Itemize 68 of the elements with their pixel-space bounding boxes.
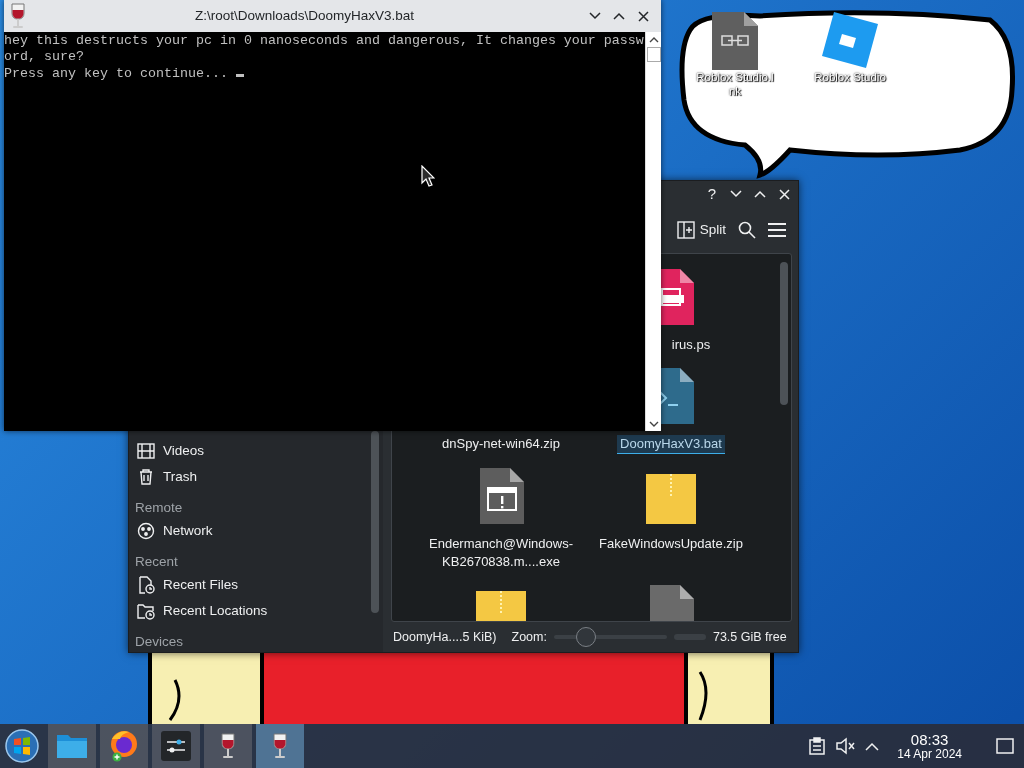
zoom-label: Zoom:: [511, 628, 547, 646]
network-icon: [137, 521, 155, 540]
file-name[interactable]: irus.ps: [671, 335, 711, 354]
sliders-icon: [161, 731, 191, 761]
split-button[interactable]: Split: [672, 216, 730, 245]
section-heading: Remote: [134, 498, 184, 517]
clipboard-icon[interactable]: [809, 737, 826, 755]
close-icon: [778, 188, 790, 200]
minimize-icon: [730, 190, 742, 199]
trash-icon: [137, 467, 155, 486]
sidebar-item[interactable]: Recent Files: [129, 571, 383, 598]
file-name[interactable]: dnSpy-net-win64.zip: [442, 434, 560, 453]
show-desktop-button[interactable]: [996, 738, 1014, 754]
icon-label[interactable]: Roblox Studio: [810, 70, 890, 85]
expand-tray-icon[interactable]: [865, 741, 880, 751]
taskbar-button[interactable]: [152, 724, 200, 768]
scrollbar[interactable]: [780, 261, 788, 405]
section-heading: Recent: [134, 552, 179, 571]
browser-icon: [109, 729, 139, 763]
scrollbar[interactable]: [645, 32, 661, 431]
file-name[interactable]: DoomyHaxV3.bat: [617, 434, 725, 454]
split-view-icon: [676, 221, 695, 240]
taskbar-button[interactable]: [100, 724, 148, 768]
section-heading: Devices: [134, 632, 184, 651]
muted-speaker-icon[interactable]: [835, 737, 856, 755]
slider-thumb[interactable]: [575, 627, 596, 648]
help-button[interactable]: ?: [700, 182, 724, 207]
show-desktop-icon: [996, 738, 1014, 754]
start-orb-icon: [5, 729, 39, 763]
wine-glass-icon: [10, 3, 26, 29]
status-text: DoomyHa....5 KiB): [393, 628, 497, 646]
recent-folder-icon: [137, 601, 155, 620]
menu-icon: [768, 222, 786, 239]
mouse-pointer-icon: [421, 165, 435, 187]
free-space-text: 73.5 GiB free: [712, 628, 787, 646]
sidebar-item[interactable]: Trash: [129, 463, 383, 490]
wine-glass-icon: [272, 733, 288, 759]
shortcut-file-icon: [712, 12, 758, 70]
zoom-slider[interactable]: [553, 627, 667, 648]
archive-icon: [646, 473, 696, 524]
scroll-up-icon[interactable]: [647, 35, 660, 45]
sidebar-item[interactable]: Recent Locations: [129, 597, 383, 624]
program-file-icon: [478, 467, 524, 524]
wine-glass-icon: [220, 733, 236, 759]
film-icon: [137, 441, 155, 460]
icon-label[interactable]: Roblox Studio.lnk: [695, 70, 775, 99]
taskbar-button[interactable]: [256, 724, 304, 768]
search-icon: [738, 221, 756, 240]
console-text: hey this destructs your pc in 0 nanoseconds and dangerous, It changes your password, sure?: [4, 32, 644, 65]
maximize-icon: [754, 190, 766, 199]
file-name[interactable]: FakeWindowsUpdate.zip: [599, 534, 743, 553]
scroll-down-icon[interactable]: [647, 419, 660, 429]
clock-time: 08:33: [909, 731, 950, 748]
folder-icon: [56, 733, 88, 759]
window-title: Z:\root\Downloads\DoomyHaxV3.bat: [193, 6, 416, 25]
scroll-thumb[interactable]: [646, 47, 661, 62]
recent-file-icon: [137, 575, 155, 594]
taskbar-button[interactable]: [204, 724, 252, 768]
close-icon: [637, 10, 649, 22]
sidebar-item[interactable]: Videos: [129, 437, 383, 464]
minimize-icon: [589, 12, 601, 20]
scrollbar[interactable]: [371, 430, 379, 613]
clock-date: 14 Apr 2024: [897, 747, 962, 761]
text-cursor: [235, 74, 244, 77]
file-name[interactable]: Endermanch@Windows-KB2670838.m....exe: [428, 534, 574, 571]
sidebar-item[interactable]: Network: [129, 517, 383, 544]
maximize-icon: [613, 12, 625, 20]
console-text: Press any key to continue...: [4, 65, 644, 82]
